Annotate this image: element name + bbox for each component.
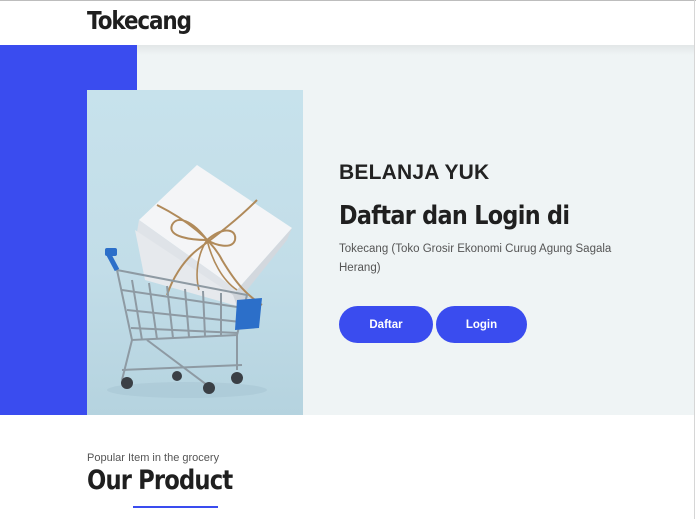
hero-image	[87, 90, 303, 415]
site-header: Tokecang	[0, 1, 694, 45]
hero-kicker: BELANJA YUK	[339, 161, 490, 184]
brand-logo[interactable]: Tokecang	[87, 6, 192, 35]
products-title: Our Product	[87, 465, 233, 496]
products-subtitle: Popular Item in the grocery	[87, 452, 220, 464]
title-underline	[133, 506, 218, 508]
daftar-button[interactable]: Daftar	[339, 306, 433, 343]
hero-headline: Daftar dan Login di	[339, 201, 570, 231]
login-button[interactable]: Login	[436, 306, 527, 343]
window-right-border	[694, 0, 695, 519]
shopping-cart-gift-icon	[105, 165, 292, 398]
hero-description: Tokecang (Toko Grosir Ekonomi Curug Agun…	[339, 243, 612, 274]
